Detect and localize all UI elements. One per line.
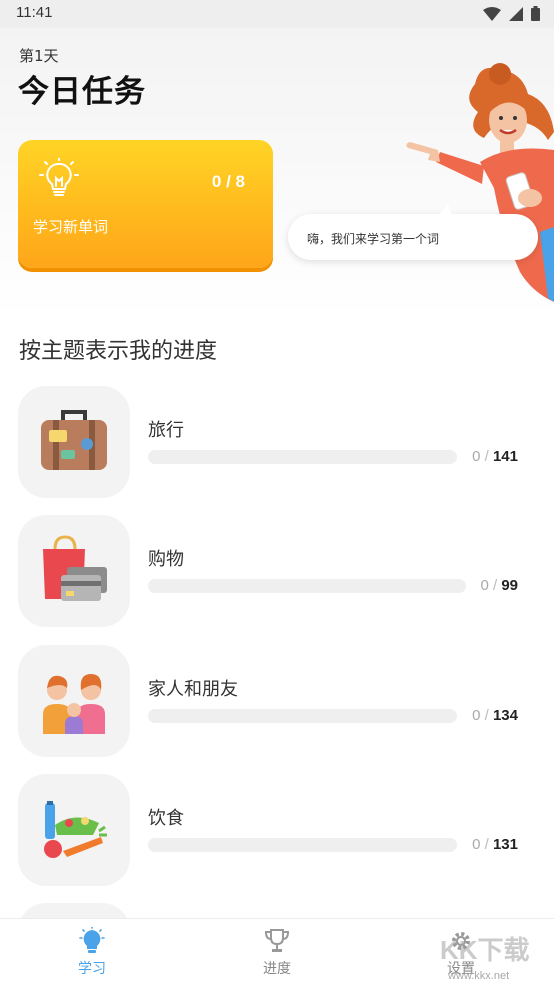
topic-icon-container bbox=[18, 774, 130, 886]
done-count: 0 bbox=[480, 577, 489, 594]
section-title: 按主题表示我的进度 bbox=[19, 339, 218, 364]
topic-icon-container bbox=[18, 515, 130, 627]
watermark-url: www.kkx.net bbox=[448, 970, 510, 982]
speech-bubble: 嗨，我们来学习第一个词 bbox=[288, 204, 538, 260]
topic-icon-container bbox=[18, 386, 130, 498]
total-count: 134 bbox=[492, 707, 518, 724]
signal-icon bbox=[509, 6, 523, 21]
topic-name: 购物 bbox=[148, 549, 184, 570]
nav-progress[interactable]: 进度 bbox=[222, 927, 332, 978]
family-icon bbox=[43, 674, 105, 734]
topic-name: 饮食 bbox=[148, 808, 184, 829]
topic-count: 0 / 141 bbox=[472, 448, 518, 465]
status-time: 11:41 bbox=[16, 4, 53, 21]
progress-bar bbox=[148, 450, 457, 464]
nav-learn-label: 学习 bbox=[78, 961, 106, 977]
lightbulb-icon bbox=[39, 158, 79, 196]
topic-shopping[interactable]: 购物 0 / 99 bbox=[18, 515, 538, 627]
learn-new-words-card[interactable]: 0 / 8 学习新单词 bbox=[18, 140, 273, 268]
watermark-text: KK下载 bbox=[440, 935, 530, 965]
lightbulb-icon bbox=[79, 927, 105, 953]
battery-icon bbox=[531, 6, 540, 21]
nav-progress-label: 进度 bbox=[263, 961, 291, 977]
topic-count: 0 / 134 bbox=[472, 707, 518, 724]
shopping-bag-icon bbox=[43, 535, 107, 601]
task-count: 0 / 8 bbox=[211, 172, 245, 191]
day-label: 第1天 bbox=[19, 47, 59, 65]
total-count: 131 bbox=[492, 836, 518, 853]
trophy-icon bbox=[264, 929, 290, 952]
progress-bar bbox=[148, 709, 457, 723]
status-icons bbox=[483, 6, 540, 21]
wifi-icon bbox=[483, 6, 501, 21]
watermark-logo: KK下载 www.kkx.net bbox=[432, 930, 554, 986]
page-title: 今日任务 bbox=[18, 74, 146, 110]
topic-family-friends[interactable]: 家人和朋友 0 / 134 bbox=[18, 645, 538, 757]
topic-travel[interactable]: 旅行 0 / 141 bbox=[18, 386, 538, 498]
status-bar: 11:41 bbox=[0, 0, 554, 28]
topic-icon-container bbox=[18, 645, 130, 757]
topic-name: 家人和朋友 bbox=[148, 679, 238, 700]
food-icon bbox=[44, 801, 107, 858]
nav-learn[interactable]: 学习 bbox=[37, 927, 147, 978]
progress-bar bbox=[148, 838, 457, 852]
mascot-illustration bbox=[406, 63, 554, 302]
topic-count: 0 / 131 bbox=[472, 836, 518, 853]
topic-food[interactable]: 饮食 0 / 131 bbox=[18, 774, 538, 886]
total-count: 99 bbox=[501, 577, 518, 594]
total-count: 141 bbox=[492, 448, 518, 465]
speech-tail bbox=[438, 204, 452, 216]
topic-name: 旅行 bbox=[148, 420, 184, 441]
speech-text: 嗨，我们来学习第一个词 bbox=[307, 232, 440, 246]
topic-count: 0 / 99 bbox=[480, 577, 518, 594]
task-label: 学习新单词 bbox=[33, 218, 109, 236]
progress-bar bbox=[148, 579, 466, 593]
suitcase-icon bbox=[41, 410, 107, 470]
